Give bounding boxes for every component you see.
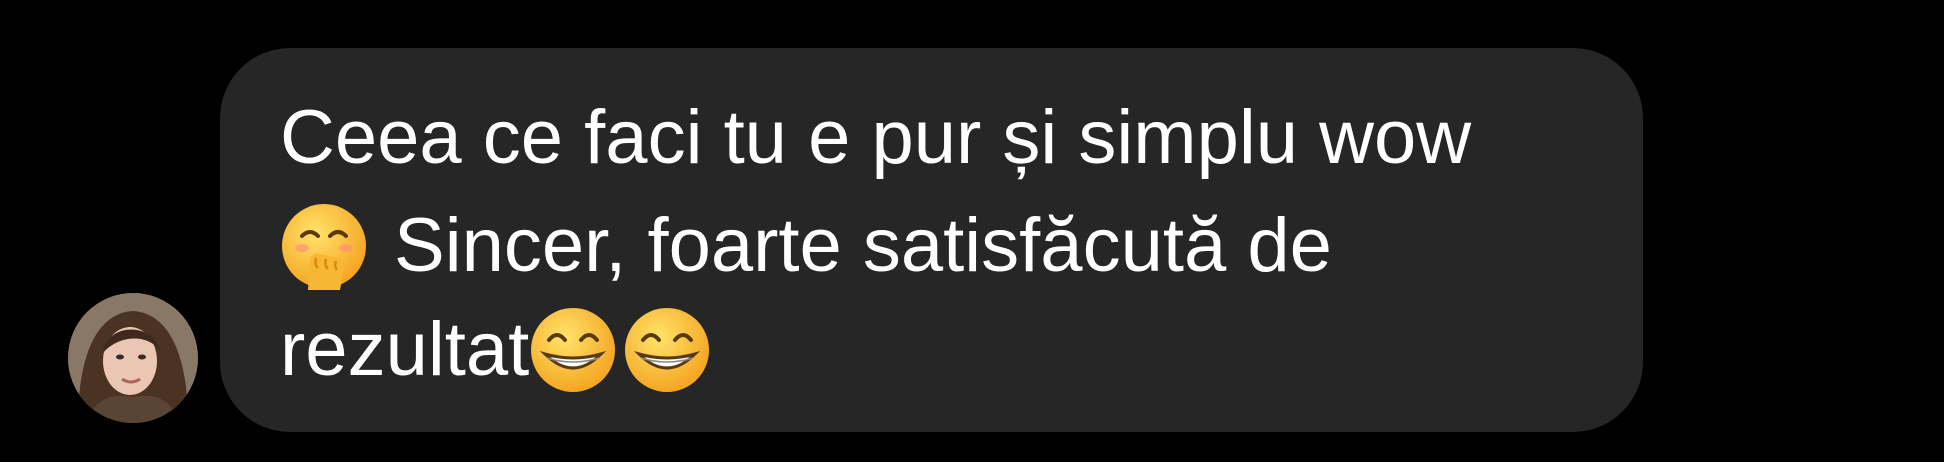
message-line-3: rezultat (280, 306, 711, 394)
message-text-line-2: Sincer, foarte satisfăcută de (394, 203, 1332, 288)
grinning-face-icon (529, 306, 617, 394)
avatar-photo-icon (68, 293, 198, 423)
message-line-1: Ceea ce faci tu e pur și simplu wow (280, 100, 1471, 176)
message-text-line-3: rezultat (280, 307, 530, 392)
message-text-line-1: Ceea ce faci tu e pur și simplu wow (280, 95, 1472, 180)
message-bubble[interactable]: Ceea ce faci tu e pur și simplu wow Sinc… (220, 48, 1643, 432)
message-line-2: Sincer, foarte satisfăcută de (280, 202, 1332, 290)
grinning-face-icon (623, 306, 711, 394)
face-with-hand-over-mouth-icon (280, 202, 368, 290)
sender-avatar[interactable] (68, 293, 198, 423)
